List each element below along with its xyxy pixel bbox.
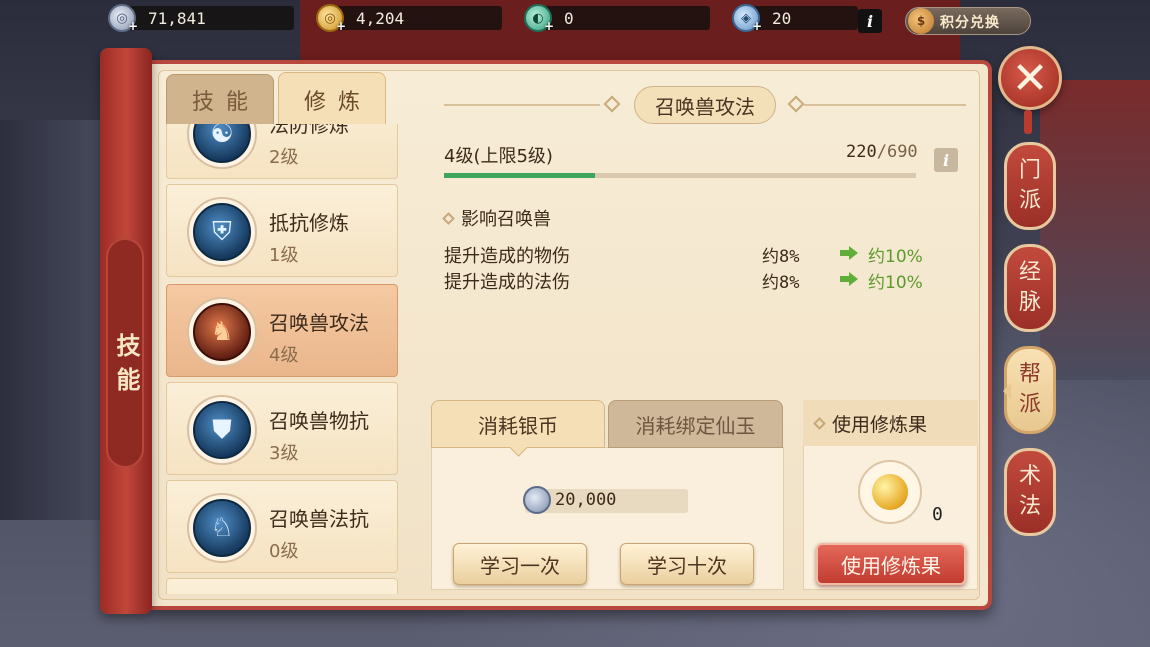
- bound-jade-currency[interactable]: ◈ + 20: [732, 4, 858, 33]
- resistance-icon: ⛨: [193, 203, 251, 261]
- cultivation-list[interactable]: ☯ 法防修炼 2级 ⛨ 抵抗修炼 1级 ♞ 召唤兽攻法 4级 ⛊ 召唤兽物抗 3…: [163, 124, 401, 594]
- cost-amount: 20,000: [555, 490, 617, 510]
- list-item-name: 抵抗修炼: [269, 211, 349, 235]
- list-item-name: 召唤兽攻法: [269, 311, 369, 335]
- tab-cost-silver[interactable]: 消耗银币: [431, 400, 605, 448]
- jade-amount: 0: [564, 9, 574, 28]
- arrow-right-icon: [840, 272, 858, 286]
- summon-magic-defense-icon: ♘: [193, 499, 251, 557]
- silver-amount: 71,841: [148, 9, 206, 28]
- effect-current: 约8%: [762, 273, 800, 293]
- list-item-selected[interactable]: ♞ 召唤兽攻法 4级: [166, 284, 398, 377]
- cultivation-fruit-icon[interactable]: [858, 460, 922, 524]
- list-item-name: 召唤兽法抗: [269, 507, 369, 531]
- list-item[interactable]: [166, 578, 398, 594]
- level-text: 4级(上限5级): [444, 146, 553, 167]
- info-icon[interactable]: i: [934, 148, 958, 172]
- list-item-level: 2级: [269, 147, 299, 168]
- title-divider-right: [804, 104, 966, 106]
- magic-defense-icon: ☯: [193, 124, 251, 163]
- summon-physical-defense-icon: ⛊: [193, 401, 251, 459]
- exp-progress-bar: [444, 173, 916, 178]
- effect-next: 约10%: [868, 273, 923, 293]
- silver-currency[interactable]: ◎ + 71,841: [108, 4, 294, 33]
- list-item[interactable]: ⛨ 抵抗修炼 1级: [166, 184, 398, 277]
- title-divider-left: [444, 104, 600, 106]
- fruit-count: 0: [932, 504, 943, 525]
- currency-bar: ◎ + 71,841 ◎ + 4,204 ◐ + 0 ◈ + 20 i $ 积分兑换: [0, 3, 1150, 35]
- side-scroll-title: 技能: [112, 333, 140, 401]
- list-item-name: 法防修炼: [269, 124, 349, 137]
- points-exchange-button[interactable]: $ 积分兑换: [905, 7, 1031, 35]
- silver-coin-icon: ◎ +: [108, 4, 138, 33]
- effect-heading: 影响召唤兽: [442, 205, 551, 231]
- effect-current: 约8%: [762, 247, 800, 267]
- tab-spell[interactable]: 术法: [1004, 448, 1056, 536]
- jade-icon: ◐ +: [524, 4, 554, 33]
- close-icon: ✕: [1011, 52, 1049, 104]
- tassel-ornament: [1024, 110, 1032, 134]
- exp-progress-fill: [444, 173, 595, 178]
- gold-coin-icon: ◎ +: [316, 4, 346, 33]
- tab-sect[interactable]: 门派: [1004, 142, 1056, 230]
- arrow-right-icon: [840, 246, 858, 260]
- gold-currency[interactable]: ◎ + 4,204: [316, 4, 502, 33]
- effect-row: 提升造成的物伤 约8% 约10%: [444, 242, 944, 268]
- background-pillar: [0, 120, 100, 520]
- info-icon[interactable]: i: [858, 9, 882, 33]
- list-item-name: 召唤兽物抗: [269, 409, 369, 433]
- close-button[interactable]: ✕: [998, 46, 1062, 110]
- list-item-level: 4级: [269, 345, 299, 366]
- effect-row: 提升造成的法伤 约8% 约10%: [444, 268, 944, 294]
- tab-cost-bound-jade[interactable]: 消耗绑定仙玉: [608, 400, 783, 448]
- tab-skill[interactable]: 技能: [166, 74, 274, 126]
- silver-coin-icon: [523, 486, 551, 514]
- bound-jade-icon: ◈ +: [732, 4, 762, 33]
- learn-ten-button[interactable]: 学习十次: [620, 543, 754, 585]
- list-item-level: 3级: [269, 443, 299, 464]
- list-item-level: 1级: [269, 245, 299, 266]
- background-building-right: [1040, 80, 1150, 380]
- learn-once-button[interactable]: 学习一次: [453, 543, 587, 585]
- money-bag-icon: $: [908, 8, 934, 34]
- bound-jade-amount: 20: [772, 9, 792, 28]
- list-item[interactable]: ☯ 法防修炼 2级: [166, 124, 398, 179]
- side-scroll: 技能: [100, 48, 152, 614]
- skill-title: 召唤兽攻法: [634, 86, 776, 124]
- tab-train[interactable]: 修炼: [278, 72, 386, 128]
- list-item[interactable]: ⛊ 召唤兽物抗 3级: [166, 382, 398, 475]
- summon-attack-icon: ♞: [193, 303, 251, 361]
- points-exchange-label: 积分兑换: [940, 15, 1000, 31]
- effect-next: 约10%: [868, 247, 923, 267]
- list-item-level: 0级: [269, 541, 299, 562]
- use-fruit-button[interactable]: 使用修炼果: [816, 543, 966, 585]
- tab-guild[interactable]: 帮派: [1003, 346, 1056, 434]
- list-item[interactable]: ♘ 召唤兽法抗 0级: [166, 480, 398, 573]
- tab-meridian[interactable]: 经脉: [1004, 244, 1056, 332]
- exp-text: 220/690: [846, 142, 918, 162]
- fruit-heading: 使用修炼果: [803, 400, 978, 446]
- jade-currency[interactable]: ◐ + 0: [524, 4, 710, 33]
- gold-amount: 4,204: [356, 9, 405, 28]
